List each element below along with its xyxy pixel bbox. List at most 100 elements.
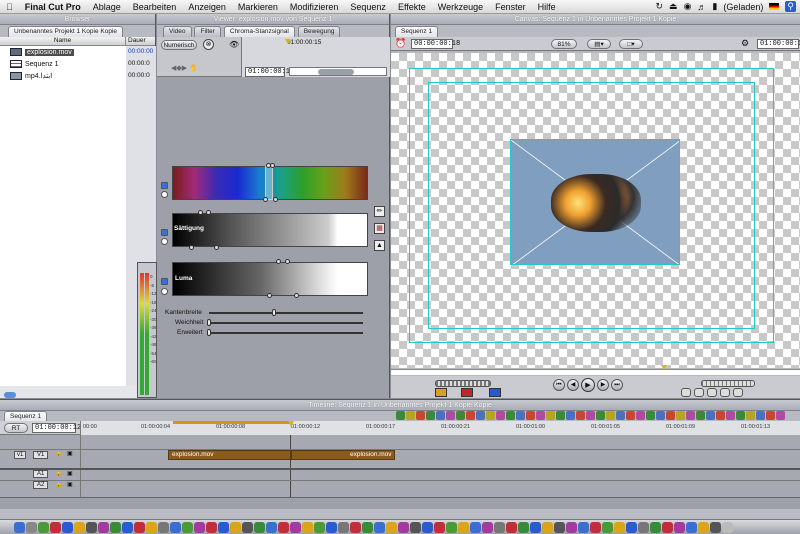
spotlight-icon[interactable]: ⚲: [785, 1, 796, 12]
view-popup[interactable]: ▤▾: [587, 39, 611, 49]
button-bar-icon[interactable]: [636, 411, 645, 420]
saturation-handle[interactable]: [198, 210, 203, 215]
sync-icon[interactable]: ↻: [656, 1, 664, 12]
saturation-handle[interactable]: [189, 245, 194, 250]
dock-app-icon[interactable]: [602, 522, 613, 533]
hue-radio[interactable]: [161, 191, 168, 198]
dock-app-icon[interactable]: [470, 522, 481, 533]
dock-app-icon[interactable]: [170, 522, 181, 533]
dock-app-icon[interactable]: [302, 522, 313, 533]
dock-app-icon[interactable]: [482, 522, 493, 533]
replace-edit-icon[interactable]: [489, 388, 501, 397]
dock-app-icon[interactable]: [362, 522, 373, 533]
dock-app-icon[interactable]: [74, 522, 85, 533]
hue-handle[interactable]: [273, 197, 278, 202]
button-bar-icon[interactable]: [416, 411, 425, 420]
go-to-in-icon[interactable]: ⏮: [553, 379, 565, 391]
button-bar-icon[interactable]: [486, 411, 495, 420]
menu-anzeigen[interactable]: Anzeigen: [182, 2, 232, 12]
eject-icon[interactable]: ⏏: [669, 1, 678, 12]
viewer-timecode[interactable]: 01:00:00:12: [245, 67, 294, 77]
button-bar-icon[interactable]: [476, 411, 485, 420]
keyframe-nav-icons[interactable]: ◀◆▶ ✋: [171, 64, 198, 72]
hue-selection[interactable]: [265, 166, 273, 200]
battery-status[interactable]: (Geladen): [723, 2, 763, 12]
lock-icon[interactable]: 🔒: [55, 450, 62, 457]
saturation-handle[interactable]: [214, 245, 219, 250]
matte-icon[interactable]: ▲: [374, 240, 385, 251]
button-bar-icon[interactable]: [506, 411, 515, 420]
dock-app-icon[interactable]: [86, 522, 97, 533]
softness-slider[interactable]: [209, 322, 363, 324]
track-v1-label[interactable]: V1: [33, 451, 49, 459]
menu-bearbeiten[interactable]: Bearbeiten: [127, 2, 183, 12]
overlay-popup[interactable]: □▾: [619, 39, 643, 49]
numeric-button[interactable]: Numerisch: [161, 40, 197, 50]
dock-app-icon[interactable]: [542, 522, 553, 533]
explosion-clip-frame[interactable]: [510, 139, 680, 265]
button-bar-icon[interactable]: [496, 411, 505, 420]
enhance-thumb[interactable]: [207, 329, 211, 336]
canvas-duration-timecode[interactable]: 00:00:00:18: [411, 39, 460, 49]
button-bar-icon[interactable]: [656, 411, 665, 420]
dock-app-icon[interactable]: [698, 522, 709, 533]
timeline-timecode[interactable]: 01:00:00:12: [32, 423, 81, 433]
apple-icon[interactable]: : [0, 2, 19, 12]
menu-app-name[interactable]: Final Cut Pro: [19, 2, 87, 12]
menu-fenster[interactable]: Fenster: [489, 2, 532, 12]
dock-app-icon[interactable]: [374, 522, 385, 533]
list-item[interactable]: Sequenz 1: [10, 59, 126, 69]
menu-modifizieren[interactable]: Modifizieren: [284, 2, 345, 12]
overwrite-edit-icon[interactable]: [461, 388, 473, 397]
dock-app-icon[interactable]: [134, 522, 145, 533]
dock-app-icon[interactable]: [638, 522, 649, 533]
button-bar-icon[interactable]: [556, 411, 565, 420]
dock-app-icon[interactable]: [182, 522, 193, 533]
jog-control[interactable]: [701, 380, 755, 387]
dock-app-icon[interactable]: [38, 522, 49, 533]
tab-motion[interactable]: Bewegung: [297, 26, 341, 37]
dock-app-icon[interactable]: [146, 522, 157, 533]
play-icon[interactable]: ▶: [581, 378, 595, 392]
dock-app-icon[interactable]: [242, 522, 253, 533]
button-bar-icon[interactable]: [646, 411, 655, 420]
menu-hilfe[interactable]: Hilfe: [532, 2, 562, 12]
dock-app-icon[interactable]: [422, 522, 433, 533]
hue-handle[interactable]: [270, 163, 275, 168]
button-bar-icon[interactable]: [756, 411, 765, 420]
dock-app-icon[interactable]: [386, 522, 397, 533]
menu-sequenz[interactable]: Sequenz: [344, 2, 392, 12]
eyedropper-icon[interactable]: ✏: [374, 206, 385, 217]
list-item[interactable]: explosion.mov: [10, 47, 126, 57]
hue-handle[interactable]: [263, 197, 268, 202]
button-bar-icon[interactable]: [406, 411, 415, 420]
volume-icon[interactable]: ♬: [697, 2, 706, 12]
timeline-clip[interactable]: explosion.mov: [168, 450, 291, 460]
col-duration-header[interactable]: Dauer: [126, 37, 146, 45]
dock-app-icon[interactable]: [158, 522, 169, 533]
dock-app-icon[interactable]: [194, 522, 205, 533]
dock-app-icon[interactable]: [434, 522, 445, 533]
dock-app-icon[interactable]: [446, 522, 457, 533]
timeline-clip[interactable]: explosion.mov: [291, 450, 395, 460]
dock-app-icon[interactable]: [110, 522, 121, 533]
canvas-scrubber[interactable]: [391, 365, 800, 375]
edge-thin-thumb[interactable]: [271, 309, 276, 316]
dock-app-icon[interactable]: [50, 522, 61, 533]
dock-app-icon[interactable]: [458, 522, 469, 533]
dock-app-icon[interactable]: [314, 522, 325, 533]
add-marker-icon[interactable]: [707, 388, 717, 397]
dock-app-icon[interactable]: [662, 522, 673, 533]
saturation-radio[interactable]: [161, 238, 168, 245]
button-bar-icon[interactable]: [536, 411, 545, 420]
go-to-out-icon[interactable]: ⏭: [611, 379, 623, 391]
button-bar-icon[interactable]: [776, 411, 785, 420]
dock-app-icon[interactable]: [710, 522, 721, 533]
dock-app-icon[interactable]: [554, 522, 565, 533]
button-bar-icon[interactable]: [726, 411, 735, 420]
auto-select-icon[interactable]: ▣: [67, 450, 73, 457]
timeline-ruler[interactable]: 00:00 01:00:00:04 01:00:00:08 01:00:00:1…: [80, 421, 800, 435]
list-item[interactable]: mp4.ابتدا: [10, 71, 126, 81]
button-bar-icon[interactable]: [716, 411, 725, 420]
dock-app-icon[interactable]: [410, 522, 421, 533]
